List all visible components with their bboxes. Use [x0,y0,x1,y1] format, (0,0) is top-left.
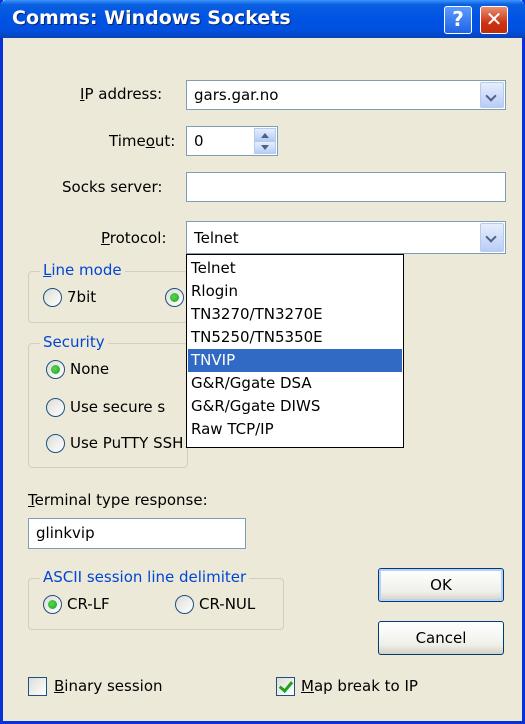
spin-up-icon[interactable] [254,128,276,141]
security-secure-label: Use secure s [70,398,166,416]
timeout-label-pre: Time [109,132,146,150]
protocol-label: Protocol: [101,229,167,247]
line-mode-7bit-label: 7bit [67,288,97,306]
line-mode-7bit-radio[interactable] [43,288,62,307]
title-bar[interactable]: Comms: Windows Sockets ? ✕ [0,0,525,38]
ascii-delimiter-label: ASCII session line delimiter [40,568,250,586]
crlf-label: CR-LF [67,595,110,613]
timeout-label-post: ut: [154,132,176,150]
terminal-type-label-post: erminal type response: [34,491,208,509]
protocol-option-selected[interactable]: TNVIP [188,349,402,372]
crnul-radio[interactable] [175,595,194,614]
timeout-label: Timeout: [109,132,175,150]
terminal-type-accel: T [28,491,35,509]
ok-button[interactable]: OK [378,568,504,602]
protocol-combo[interactable]: Telnet [186,221,506,254]
map-break-label-post: ap break to IP [313,677,418,695]
security-putty-radio[interactable] [46,434,65,453]
help-button[interactable]: ? [444,6,472,34]
security-none-label: None [70,360,110,378]
map-break-accel: M [301,677,314,695]
line-mode-8bit-radio[interactable] [165,288,184,307]
protocol-option[interactable]: TN3270/TN3270E [188,303,402,326]
binary-session-checkbox[interactable] [28,677,47,696]
protocol-value: Telnet [194,229,239,247]
protocol-option[interactable]: Telnet [188,257,402,280]
timeout-stepper[interactable]: 0 [186,126,278,156]
protocol-option[interactable]: G&R/Ggate DIWS [188,395,402,418]
crnul-label: CR-NUL [199,595,256,613]
timeout-label-accel: o [145,132,155,150]
spin-buttons [254,128,276,154]
ip-label-post: P address: [84,85,163,103]
terminal-type-value: glinkvip [36,524,95,542]
binary-session-label-post: inary session [64,677,163,695]
dialog-window: Comms: Windows Sockets ? ✕ IP address: g… [0,0,525,724]
window-title: Comms: Windows Sockets [12,7,291,29]
timeout-value: 0 [194,132,204,150]
terminal-type-label: Terminal type response: [28,491,208,509]
ip-address-label: IP address: [80,85,162,103]
protocol-option[interactable]: TN5250/TN5350E [188,326,402,349]
ip-address-value: gars.gar.no [194,86,279,104]
map-break-checkbox[interactable] [276,677,295,696]
protocol-label-accel: P [101,229,110,247]
security-none-radio[interactable] [46,360,65,379]
protocol-label-post: rotocol: [109,229,167,247]
socks-server-input[interactable] [186,172,506,202]
protocol-option[interactable]: Rlogin [188,280,402,303]
protocol-option[interactable]: G&R/Ggate DSA [188,372,402,395]
binary-session-accel: B [54,677,65,695]
chevron-down-icon[interactable] [480,82,504,108]
security-secure-radio[interactable] [46,398,65,417]
protocol-option[interactable]: Raw TCP/IP [188,418,402,441]
line-mode-label-post: ine mode [51,261,122,279]
map-break-label: Map break to IP [301,677,418,695]
ip-address-combo[interactable]: gars.gar.no [186,80,506,110]
line-mode-label: Line mode [40,261,125,279]
close-button[interactable]: ✕ [480,6,508,34]
security-label: Security [40,333,108,351]
spin-down-icon[interactable] [254,141,276,154]
cancel-button[interactable]: Cancel [378,621,504,655]
binary-session-label: Binary session [54,677,163,695]
terminal-type-input[interactable]: glinkvip [28,518,246,549]
chevron-down-icon[interactable] [480,223,504,252]
socks-server-label: Socks server: [62,178,163,196]
protocol-dropdown-list: Telnet Rlogin TN3270/TN3270E TN5250/TN53… [186,254,404,448]
crlf-radio[interactable] [43,595,62,614]
security-putty-label: Use PuTTY SSH [70,434,184,452]
